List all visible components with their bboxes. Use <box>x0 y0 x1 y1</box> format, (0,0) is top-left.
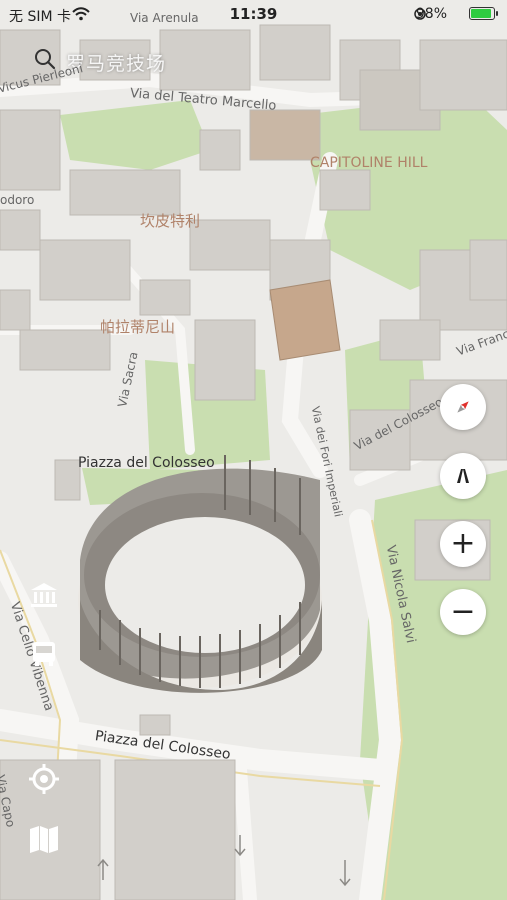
map-canvas[interactable] <box>0 0 507 900</box>
zoom-out-button[interactable]: − <box>440 589 486 635</box>
temple-building <box>269 279 341 361</box>
wifi-icon <box>72 7 90 21</box>
street-label: Via Arenula <box>130 11 199 25</box>
museum-button[interactable] <box>27 578 61 612</box>
location-lock-icon <box>414 8 426 20</box>
zoom-in-button[interactable]: + <box>440 521 486 567</box>
compass-icon <box>457 401 469 413</box>
3d-view-icon <box>457 469 469 483</box>
plus-icon: + <box>450 526 476 561</box>
poi-label-capitoline[interactable]: CAPITOLINE HILL <box>310 155 427 171</box>
locate-button[interactable] <box>27 762 61 796</box>
locate-icon <box>29 764 59 794</box>
square-label: Piazza del Colosseo <box>78 455 215 471</box>
street-label: odoro <box>0 193 35 207</box>
compass-button[interactable] <box>440 384 486 430</box>
minus-icon: − <box>450 594 476 629</box>
museum-icon <box>31 583 57 607</box>
map-layers-icon <box>30 826 58 853</box>
bus-icon <box>33 642 55 666</box>
poi-label-palatino[interactable]: 帕拉蒂尼山 <box>100 316 175 337</box>
map-layers-button[interactable] <box>27 822 61 856</box>
search-icon <box>35 49 56 70</box>
poi-label-campidoglio[interactable]: 坎皮特利 <box>140 210 200 231</box>
transit-button[interactable] <box>27 637 61 671</box>
battery-icon <box>469 7 498 20</box>
status-bar: 无 SIM 卡 11:39 98% <box>0 0 507 30</box>
3d-view-button[interactable] <box>440 453 486 499</box>
